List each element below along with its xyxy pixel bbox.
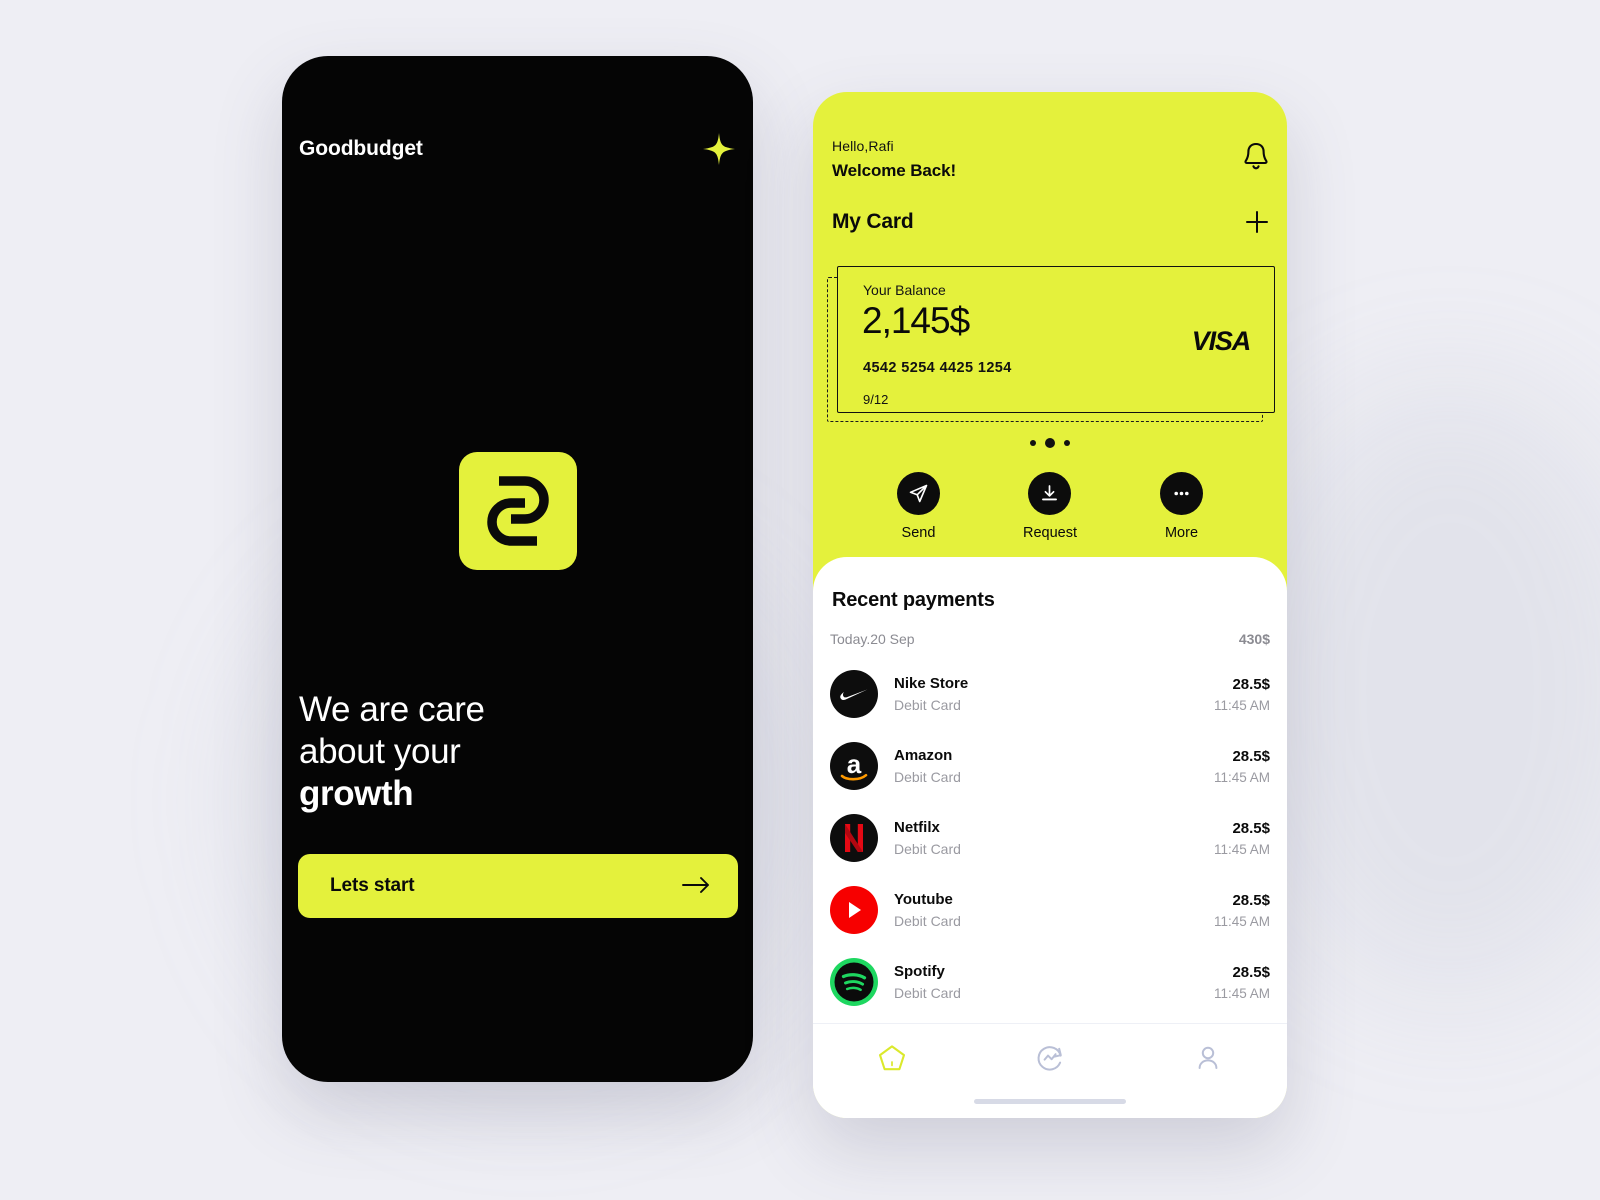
transaction-time: 11:45 AM xyxy=(1213,841,1270,857)
request-action[interactable]: Request xyxy=(1023,472,1077,541)
table-row[interactable]: a Amazon Debit Card 28.5$ 11:45 AM xyxy=(830,730,1270,802)
table-row[interactable]: Spotify Debit Card 28.5$ 11:45 AM xyxy=(830,946,1270,1018)
nav-item-profile[interactable] xyxy=(1178,1043,1238,1077)
table-row[interactable]: Youtube Debit Card 28.5$ 11:45 AM xyxy=(830,874,1270,946)
app-brand-name: Goodbudget xyxy=(299,137,423,160)
netflix-logo-icon xyxy=(830,814,878,862)
payment-method: Debit Card xyxy=(894,913,961,929)
balance-label: Your Balance xyxy=(863,282,946,298)
request-action-label: Request xyxy=(1022,525,1077,541)
ambient-shadow-right xyxy=(1240,380,1600,1000)
transaction-info: Youtube Debit Card xyxy=(894,891,1214,929)
my-card-header: My Card xyxy=(832,209,1270,235)
transaction-info: Nike Store Debit Card xyxy=(894,675,1214,713)
card-number: 4542 5254 4425 1254 xyxy=(863,360,1012,376)
merchant-name: Netfilx xyxy=(894,819,940,836)
nav-item-activity[interactable] xyxy=(1020,1043,1080,1077)
recent-payments-sheet: Recent payments Today.20 Sep 430$ Nike S… xyxy=(813,557,1287,1118)
transaction-amount: 28.5$ xyxy=(1232,891,1270,909)
merchant-name: Nike Store xyxy=(894,675,969,692)
activity-circle-icon xyxy=(1035,1043,1065,1078)
payment-method: Debit Card xyxy=(894,697,961,713)
spotify-logo-icon xyxy=(830,958,878,1006)
bell-icon[interactable] xyxy=(1242,140,1270,172)
card-stack: Your Balance 2,145$ 4542 5254 4425 1254 … xyxy=(813,266,1287,431)
transaction-amount-block: 28.5$ 11:45 AM xyxy=(1214,676,1270,713)
balance-amount: 2,145$ xyxy=(862,300,970,341)
lets-start-label: Lets start xyxy=(330,875,415,896)
table-row[interactable]: Netfilx Debit Card 28.5$ 11:45 AM xyxy=(830,802,1270,874)
youtube-logo-icon xyxy=(830,886,878,934)
transaction-list: Nike Store Debit Card 28.5$ 11:45 AM a A… xyxy=(830,658,1270,1018)
svg-text:a: a xyxy=(847,749,862,779)
visa-logo-icon: VISA xyxy=(1191,326,1251,356)
transaction-amount-block: 28.5$ 11:45 AM xyxy=(1214,892,1270,929)
headline-line-2: about your xyxy=(299,732,461,771)
quick-actions: Send Request More xyxy=(813,472,1287,541)
table-row[interactable]: Nike Store Debit Card 28.5$ 11:45 AM xyxy=(830,658,1270,730)
payment-method: Debit Card xyxy=(894,769,961,785)
send-action[interactable]: Send xyxy=(896,472,940,541)
screenshot-canvas: Goodbudget We are care about your growth… xyxy=(0,0,1600,1200)
send-plane-icon xyxy=(896,472,940,515)
bank-card[interactable]: Your Balance 2,145$ 4542 5254 4425 1254 … xyxy=(837,266,1275,413)
greeting-username: Hello,Rafi xyxy=(832,138,894,154)
dashboard-screen: Hello,Rafi Welcome Back! My Card Your Ba… xyxy=(813,92,1287,1118)
greeting-welcome: Welcome Back! xyxy=(832,161,957,180)
nav-item-home[interactable] xyxy=(862,1043,922,1077)
transaction-amount: 28.5$ xyxy=(1232,747,1270,765)
transaction-info: Spotify Debit Card xyxy=(894,963,1214,1001)
transaction-time: 11:45 AM xyxy=(1213,697,1270,713)
ellipsis-icon xyxy=(1160,472,1203,515)
my-card-title: My Card xyxy=(832,210,914,233)
greeting-block: Hello,Rafi Welcome Back! xyxy=(832,138,956,181)
transaction-amount-block: 28.5$ 11:45 AM xyxy=(1214,748,1270,785)
onboarding-header: Goodbudget xyxy=(282,132,753,166)
nike-logo-icon xyxy=(830,670,878,718)
recent-payments-title: Recent payments xyxy=(832,589,995,611)
download-tray-icon xyxy=(1028,472,1072,515)
logo-container xyxy=(282,452,753,570)
goodbudget-logo-icon xyxy=(458,452,577,570)
transaction-amount: 28.5$ xyxy=(1232,963,1270,981)
lets-start-button[interactable]: Lets start xyxy=(298,854,738,918)
home-indicator xyxy=(974,1099,1126,1104)
merchant-name: Spotify xyxy=(894,963,945,980)
day-summary-row: Today.20 Sep 430$ xyxy=(830,631,1270,647)
pagination-dot[interactable] xyxy=(1030,440,1036,446)
onboarding-headline: We are care about your growth xyxy=(299,689,719,815)
payment-method: Debit Card xyxy=(894,841,961,857)
more-action-label: More xyxy=(1164,525,1199,541)
transaction-time: 11:45 AM xyxy=(1213,985,1270,1001)
merchant-name: Amazon xyxy=(894,747,953,764)
card-expiry: 9/12 xyxy=(863,392,889,407)
transaction-time: 11:45 AM xyxy=(1213,769,1270,785)
transaction-amount-block: 28.5$ 11:45 AM xyxy=(1214,820,1270,857)
payment-method: Debit Card xyxy=(894,985,961,1001)
headline-line-1: We are care xyxy=(299,690,485,729)
more-action[interactable]: More xyxy=(1160,472,1203,541)
arrow-right-icon xyxy=(682,876,710,897)
transaction-info: Amazon Debit Card xyxy=(894,747,1214,785)
day-total: 430$ xyxy=(1238,631,1270,647)
merchant-name: Youtube xyxy=(894,891,953,908)
transaction-time: 11:45 AM xyxy=(1213,913,1270,929)
amazon-logo-icon: a xyxy=(830,742,878,790)
sparkle-icon xyxy=(702,132,736,166)
transaction-amount: 28.5$ xyxy=(1232,819,1270,837)
transaction-amount-block: 28.5$ 11:45 AM xyxy=(1214,964,1270,1001)
transaction-info: Netfilx Debit Card xyxy=(894,819,1214,857)
pagination-dot[interactable] xyxy=(1064,440,1070,446)
home-pentagon-icon xyxy=(877,1043,907,1078)
transaction-amount: 28.5$ xyxy=(1232,675,1270,693)
pagination-dot-active[interactable] xyxy=(1045,438,1055,448)
day-label: Today.20 Sep xyxy=(830,631,915,647)
onboarding-screen: Goodbudget We are care about your growth… xyxy=(282,56,753,1082)
card-pagination[interactable] xyxy=(813,438,1287,448)
plus-icon[interactable] xyxy=(1244,209,1270,235)
send-action-label: Send xyxy=(901,525,936,541)
person-icon xyxy=(1193,1043,1223,1078)
headline-line-3: growth xyxy=(299,774,414,813)
